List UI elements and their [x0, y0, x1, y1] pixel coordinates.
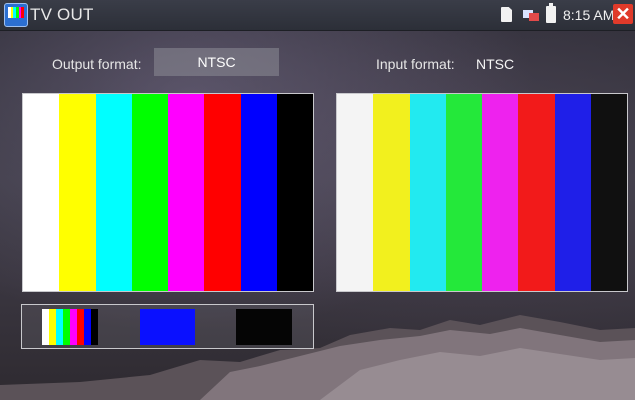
out-bars-bar-3: [131, 94, 168, 291]
in-bars-bar-4: [482, 94, 519, 291]
input-video-preview-panel: [336, 93, 628, 292]
in-bars-bar-5: [518, 94, 555, 291]
mini-bars-bar-4: [70, 309, 77, 345]
in-bars-bar-3: [445, 94, 482, 291]
out-bars-bar-4: [168, 94, 205, 291]
status-bar: TV OUT 8:15 AM ✕: [0, 0, 635, 31]
test-pattern-selector: [21, 304, 314, 349]
mini-bars-bar-5: [77, 309, 84, 345]
in-bars-bar-6: [554, 94, 591, 291]
out-bars-bar-2: [95, 94, 132, 291]
mini-bars-bar-0: [42, 309, 49, 345]
out-bars-bar-7: [276, 94, 313, 291]
color-bars-pattern-thumbnail[interactable]: [42, 309, 98, 345]
input-color-bars: [337, 94, 627, 291]
black-pattern-thumbnail[interactable]: [236, 309, 292, 345]
tv-out-app-icon[interactable]: [4, 3, 28, 27]
mini-bars-bar-2: [56, 309, 63, 345]
mini-bars-bar-1: [49, 309, 56, 345]
mini-bars-bar-3: [63, 309, 70, 345]
clock: 8:15 AM: [563, 7, 615, 23]
in-bars-bar-2: [409, 94, 446, 291]
mini-bars-bar-7: [91, 309, 98, 345]
battery-icon: [546, 3, 556, 23]
in-bars-bar-7: [590, 94, 627, 291]
mini-bars-bar-6: [84, 309, 91, 345]
out-bars-bar-0: [23, 94, 60, 291]
blue-pattern-thumbnail[interactable]: [140, 309, 195, 345]
output-format-label: Output format:: [52, 56, 142, 72]
app-title: TV OUT: [30, 5, 94, 24]
sd-card-icon: [501, 7, 512, 22]
out-bars-bar-6: [240, 94, 277, 291]
out-bars-bar-1: [59, 94, 96, 291]
out-bars-bar-5: [204, 94, 241, 291]
input-format-value: NTSC: [476, 56, 515, 72]
close-button[interactable]: ✕: [613, 4, 633, 24]
output-color-bars-panel[interactable]: [22, 93, 314, 292]
network-icon: [523, 10, 539, 21]
output-format-select[interactable]: NTSC: [154, 48, 279, 76]
in-bars-bar-1: [373, 94, 410, 291]
output-color-bars: [23, 94, 313, 291]
input-format-label: Input format:: [376, 56, 455, 72]
app-icon-bars: [8, 7, 25, 18]
in-bars-bar-0: [337, 94, 374, 291]
